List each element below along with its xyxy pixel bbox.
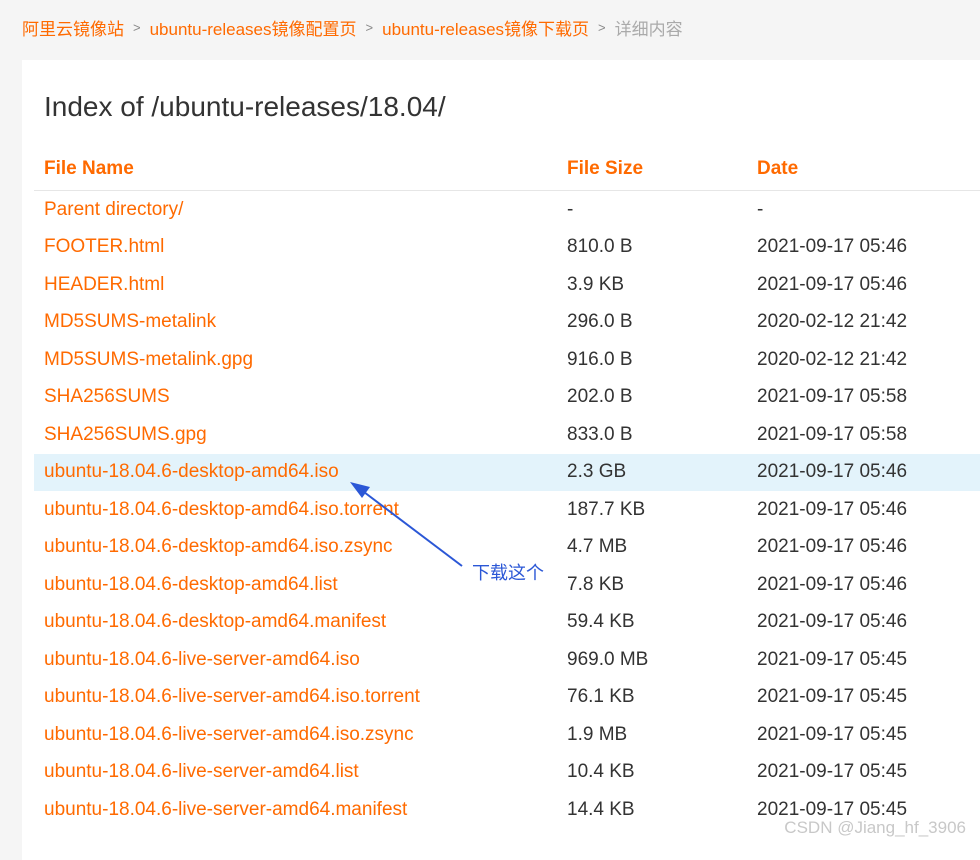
breadcrumb-current: 详细内容 — [614, 19, 683, 39]
file-link[interactable]: ubuntu-18.04.6-live-server-amd64.list — [44, 761, 359, 783]
file-date: 2021-09-17 05:46 — [757, 236, 908, 258]
table-row: ubuntu-18.04.6-live-server-amd64.list 10.… — [34, 754, 980, 792]
table-row: ubuntu-18.04.6-live-server-amd64.iso.zsy… — [34, 716, 980, 754]
breadcrumb-link-download-page[interactable]: ubuntu-releases镜像下载页 — [382, 15, 589, 40]
file-link[interactable]: ubuntu-18.04.6-live-server-amd64.iso.tor… — [44, 686, 420, 708]
file-date: 2021-09-17 05:46 — [757, 498, 908, 520]
file-size: 969.0 MB — [567, 648, 649, 670]
file-size: 76.1 KB — [567, 686, 635, 708]
file-size: 2.3 GB — [567, 461, 627, 483]
file-date: 2021-09-17 05:45 — [757, 761, 908, 783]
file-date: 2021-09-17 05:46 — [757, 536, 908, 558]
file-size: 187.7 KB — [567, 498, 646, 520]
file-link[interactable]: ubuntu-18.04.6-desktop-amd64.list — [44, 574, 338, 596]
column-header-file-name[interactable]: File Name — [44, 158, 134, 180]
file-date: 2021-09-17 05:45 — [757, 686, 908, 708]
file-size: 3.9 KB — [567, 273, 625, 295]
table-row: ubuntu-18.04.6-desktop-amd64.manifest 59.… — [34, 604, 980, 642]
table-header: File Name File Size Date — [34, 148, 980, 191]
column-header-file-size[interactable]: File Size — [567, 158, 643, 180]
file-link[interactable]: FOOTER.html — [44, 236, 164, 258]
file-link[interactable]: ubuntu-18.04.6-desktop-amd64.manifest — [44, 611, 386, 633]
file-date: 2021-09-17 05:46 — [757, 461, 908, 483]
file-link[interactable]: MD5SUMS-metalink — [44, 311, 216, 333]
table-row: Parent directory/ - - — [34, 191, 980, 229]
table-row: HEADER.html 3.9 KB 2021-09-17 05:46 — [34, 266, 980, 304]
file-link[interactable]: SHA256SUMS — [44, 386, 170, 408]
file-size: - — [567, 198, 574, 220]
file-size: 14.4 KB — [567, 798, 635, 820]
file-link[interactable]: Parent directory/ — [44, 199, 183, 221]
file-size: 296.0 B — [567, 311, 633, 333]
table-row: ubuntu-18.04.6-live-server-amd64.iso 969.… — [34, 641, 980, 679]
file-date: 2021-09-17 05:46 — [757, 573, 908, 595]
breadcrumb-link-aliyun-mirror[interactable]: 阿里云镜像站 — [22, 15, 124, 40]
table-row: SHA256SUMS 202.0 B 2021-09-17 05:58 — [34, 379, 980, 417]
file-link[interactable]: ubuntu-18.04.6-desktop-amd64.iso — [44, 461, 339, 483]
file-link[interactable]: ubuntu-18.04.6-live-server-amd64.manifes… — [44, 799, 407, 821]
breadcrumb-separator: > — [365, 19, 374, 35]
breadcrumb-link-config-page[interactable]: ubuntu-releases镜像配置页 — [150, 15, 357, 40]
file-link[interactable]: ubuntu-18.04.6-live-server-amd64.iso — [44, 649, 360, 671]
table-row: SHA256SUMS.gpg 833.0 B 2021-09-17 05:58 — [34, 416, 980, 454]
file-date: 2021-09-17 05:46 — [757, 273, 908, 295]
annotation-label: 下载这个 — [472, 563, 544, 583]
file-date: 2021-09-17 05:45 — [757, 648, 908, 670]
file-date: 2020-02-12 21:42 — [757, 348, 908, 370]
content-panel: Index of /ubuntu-releases/18.04/ File Na… — [22, 60, 980, 860]
table-row: ubuntu-18.04.6-desktop-amd64.iso 2.3 GB 20… — [34, 453, 980, 491]
file-date: 2021-09-17 05:58 — [757, 386, 908, 408]
file-date: 2021-09-17 05:46 — [757, 611, 908, 633]
file-link[interactable]: HEADER.html — [44, 274, 164, 296]
table-body: Parent directory/ - - FOOTER.html 810.0 B 202… — [34, 191, 980, 829]
table-row: ubuntu-18.04.6-desktop-amd64.iso.torrent… — [34, 491, 980, 529]
table-row: MD5SUMS-metalink 296.0 B 2020-02-12 21:42 — [34, 304, 980, 342]
breadcrumb: 阿里云镜像站 > ubuntu-releases镜像配置页 > ubuntu-r… — [22, 15, 683, 40]
file-table: File Name File Size Date Parent director… — [34, 148, 980, 829]
file-size: 4.7 MB — [567, 536, 628, 558]
breadcrumb-separator: > — [598, 19, 606, 35]
file-date: 2020-02-12 21:42 — [757, 311, 908, 333]
file-size: 833.0 B — [567, 423, 633, 445]
table-row: ubuntu-18.04.6-live-server-amd64.iso.tor… — [34, 679, 980, 717]
file-size: 916.0 B — [567, 348, 633, 370]
table-row: MD5SUMS-metalink.gpg 916.0 B 2020-02-12 21… — [34, 341, 980, 379]
file-link[interactable]: ubuntu-18.04.6-desktop-amd64.iso.zsync — [44, 536, 393, 558]
file-date: 2021-09-17 05:58 — [757, 423, 908, 445]
file-size: 202.0 B — [567, 386, 633, 408]
file-link[interactable]: ubuntu-18.04.6-desktop-amd64.iso.torrent — [44, 499, 399, 521]
file-link[interactable]: SHA256SUMS.gpg — [44, 424, 207, 446]
breadcrumb-separator: > — [133, 19, 141, 35]
file-size: 10.4 KB — [567, 761, 635, 783]
file-size: 1.9 MB — [567, 723, 628, 745]
file-size: 59.4 KB — [567, 611, 635, 633]
file-size: 7.8 KB — [567, 573, 625, 595]
file-date: 2021-09-17 05:45 — [757, 723, 908, 745]
table-row: FOOTER.html 810.0 B 2021-09-17 05:46 — [34, 229, 980, 267]
file-size: 810.0 B — [567, 236, 633, 258]
file-link[interactable]: ubuntu-18.04.6-live-server-amd64.iso.zsy… — [44, 724, 414, 746]
watermark: CSDN @Jiang_hf_3906 — [784, 818, 966, 837]
file-date: - — [757, 198, 764, 220]
file-link[interactable]: MD5SUMS-metalink.gpg — [44, 349, 253, 371]
page-title: Index of /ubuntu-releases/18.04/ — [44, 91, 446, 122]
column-header-date[interactable]: Date — [757, 158, 798, 180]
